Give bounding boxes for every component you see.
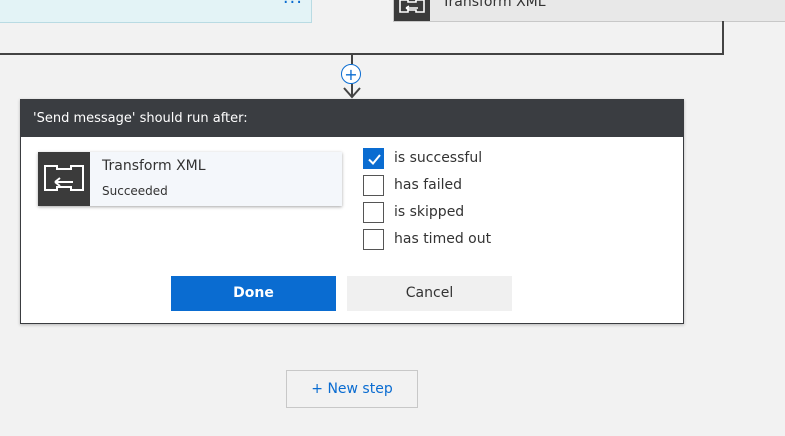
- condition-label: has failed: [394, 177, 462, 193]
- branch-connector: [0, 21, 724, 55]
- condition-is-skipped[interactable]: is skipped: [363, 200, 563, 227]
- checkbox[interactable]: [363, 229, 384, 250]
- checkbox[interactable]: [363, 175, 384, 196]
- transform-xml-icon: [394, 0, 430, 21]
- scope-card[interactable]: ···: [0, 0, 312, 23]
- checkbox-checked[interactable]: [363, 148, 384, 169]
- done-button[interactable]: Done: [171, 276, 336, 311]
- condition-has-timed-out[interactable]: has timed out: [363, 227, 563, 254]
- transform-xml-action-card[interactable]: Transform XML: [393, 0, 785, 22]
- action-title: Transform XML: [102, 158, 206, 174]
- condition-label: is skipped: [394, 204, 465, 220]
- condition-label: has timed out: [394, 231, 492, 247]
- run-after-action-card: Transform XML Succeeded: [38, 152, 342, 206]
- action-status: Succeeded: [102, 184, 168, 198]
- condition-label: is successful: [394, 150, 483, 166]
- condition-is-successful[interactable]: is successful: [363, 146, 563, 173]
- arrow-down-icon: [343, 87, 361, 99]
- checkbox[interactable]: [363, 202, 384, 223]
- action-title: Transform XML: [442, 0, 546, 10]
- run-after-dialog: 'Send message' should run after: Transfo…: [20, 99, 684, 324]
- cancel-button[interactable]: Cancel: [347, 276, 512, 311]
- condition-has-failed[interactable]: has failed: [363, 173, 563, 200]
- more-options-icon[interactable]: ···: [283, 0, 303, 13]
- new-step-button[interactable]: + New step: [286, 370, 418, 408]
- checkmark-icon: [368, 154, 381, 165]
- insert-step-button[interactable]: +: [341, 64, 361, 84]
- run-after-conditions: is successful has failed is skipped has …: [363, 146, 563, 254]
- connector-line: [351, 54, 353, 64]
- dialog-title: 'Send message' should run after:: [21, 100, 683, 137]
- transform-xml-icon: [38, 152, 90, 206]
